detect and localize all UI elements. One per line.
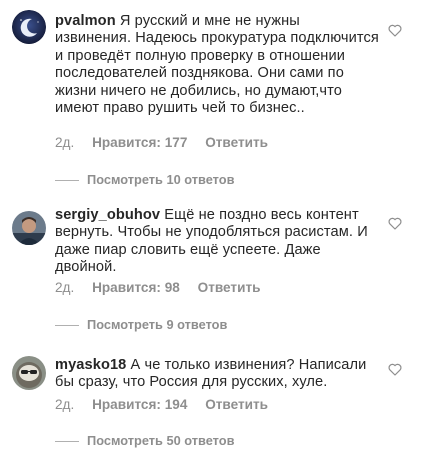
view-replies-label: Посмотреть 50 ответов bbox=[87, 433, 235, 448]
comment-item: myasko18 А че только извинения? Написали… bbox=[0, 341, 422, 460]
reply-button[interactable]: Ответить bbox=[205, 135, 268, 150]
comment-age: 2д. bbox=[55, 135, 75, 150]
comment-text: sergiy_obuhov Ещё не поздно весь контент… bbox=[55, 207, 380, 277]
avatar-image bbox=[12, 356, 46, 390]
reply-button[interactable]: Ответить bbox=[198, 280, 261, 295]
likes-count[interactable]: Нравится: 98 bbox=[92, 280, 180, 295]
heart-outline-icon[interactable] bbox=[388, 363, 402, 376]
comment-text: pvalmon Я русский и мне не нужны извинен… bbox=[55, 13, 380, 117]
comment-meta: 2д. Нравится: 177 Ответить bbox=[55, 135, 282, 150]
divider-line bbox=[55, 441, 79, 443]
view-replies-button[interactable]: Посмотреть 50 ответов bbox=[55, 433, 234, 448]
comment-age: 2д. bbox=[55, 397, 75, 412]
view-replies-label: Посмотреть 10 ответов bbox=[87, 172, 235, 187]
likes-count[interactable]: Нравится: 194 bbox=[92, 397, 187, 412]
avatar-image bbox=[12, 211, 46, 245]
comment-meta: 2д. Нравится: 98 Ответить bbox=[55, 280, 274, 295]
avatar[interactable] bbox=[12, 10, 46, 44]
comment-text: myasko18 А че только извинения? Написали… bbox=[55, 357, 380, 392]
divider-line bbox=[55, 325, 79, 327]
view-replies-label: Посмотреть 9 ответов bbox=[87, 317, 228, 332]
reply-button[interactable]: Ответить bbox=[205, 397, 268, 412]
heart-outline-icon[interactable] bbox=[388, 24, 402, 37]
comment-age: 2д. bbox=[55, 280, 75, 295]
divider-line bbox=[55, 180, 79, 182]
view-replies-button[interactable]: Посмотреть 9 ответов bbox=[55, 317, 227, 332]
comment-item: pvalmon Я русский и мне не нужны извинен… bbox=[0, 0, 422, 195]
likes-count[interactable]: Нравится: 177 bbox=[92, 135, 187, 150]
view-replies-button[interactable]: Посмотреть 10 ответов bbox=[55, 172, 234, 187]
avatar-image bbox=[12, 10, 46, 44]
comment-item: sergiy_obuhov Ещё не поздно весь контент… bbox=[0, 195, 422, 341]
avatar[interactable] bbox=[12, 356, 46, 390]
username[interactable]: sergiy_obuhov bbox=[55, 207, 160, 223]
username[interactable]: pvalmon bbox=[55, 13, 116, 29]
comment-meta: 2д. Нравится: 194 Ответить bbox=[55, 397, 282, 412]
username[interactable]: myasko18 bbox=[55, 357, 126, 373]
avatar[interactable] bbox=[12, 211, 46, 245]
heart-outline-icon[interactable] bbox=[388, 217, 402, 230]
